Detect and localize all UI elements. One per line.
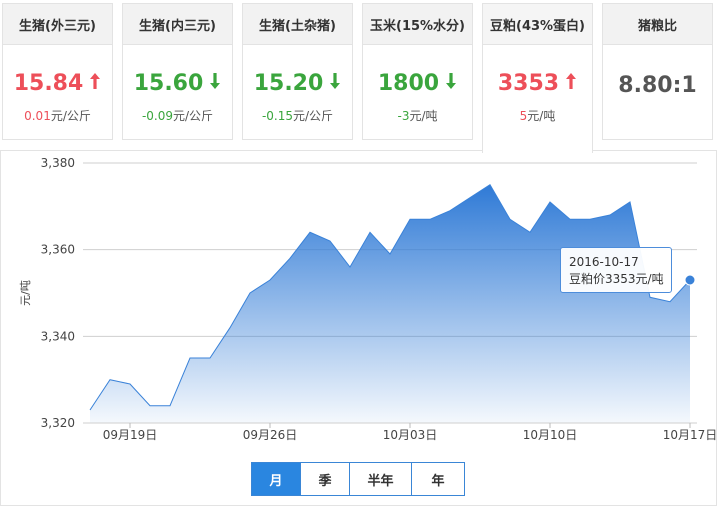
price-tile[interactable]: 生猪(土杂猪) 15.20 -0.15元/公斤 [242,3,353,140]
x-tick-label: 09月19日 [103,428,158,442]
tile-unit: 元/吨 [409,109,438,123]
tile-change-row: -3元/吨 [363,107,472,124]
arrow-down-icon [445,71,457,96]
tile-change: -0.09 [141,109,173,123]
tile-change-row: -0.09元/公斤 [123,107,232,124]
tooltip-date: 2016-10-17 [569,255,639,269]
tile-unit: 元/公斤 [293,109,334,123]
tile-title: 猪粮比 [603,4,712,45]
price-tile[interactable]: 猪粮比 8.80:1 [602,3,713,140]
tile-title: 生猪(内三元) [123,4,232,45]
range-tab-half-year[interactable]: 半年 [350,463,412,495]
tile-value-row: 15.60 [123,69,232,97]
y-tick-label: 3,380 [41,156,75,170]
range-tab-month[interactable]: 月 [252,463,301,495]
price-tile[interactable]: 生猪(外三元) 15.84 0.01元/公斤 [2,3,113,140]
tile-value-row: 1800 [363,69,472,97]
arrow-down-icon [329,71,341,96]
data-point-highlight [684,274,696,286]
tile-value-row: 3353 [483,69,592,97]
tile-title: 玉米(15%水分) [363,4,472,45]
tile-value: 8.80:1 [618,72,697,98]
tile-value: 1800 [377,70,440,96]
x-tick-label: 10月03日 [383,428,438,442]
range-tab-year[interactable]: 年 [412,463,464,495]
price-tile[interactable]: 豆粕(43%蛋白) 3353 5元/吨 [482,3,593,153]
tile-unit: 元/公斤 [50,109,91,123]
x-tick-label: 10月17日 [663,428,718,442]
tile-unit: 元/吨 [527,109,556,123]
tile-value-row: 15.20 [243,69,352,97]
price-tiles: 生猪(外三元) 15.84 0.01元/公斤 生猪(内三元) 15.60 -0.09元/公… [0,0,721,153]
chart-tooltip: 2016-10-17 豆粕价3353元/吨 [560,247,672,293]
arrow-down-icon [209,71,221,96]
y-axis-label: 元/吨 [19,280,32,306]
y-tick-label: 3,360 [41,243,75,257]
range-tabs: 月 季 半年 年 [251,462,465,496]
tile-value-row: 15.84 [3,69,112,97]
tile-change-row: 5元/吨 [483,107,592,124]
y-tick-label: 3,340 [41,329,75,343]
arrow-up-icon [565,71,577,96]
tooltip-value: 豆粕价3353元/吨 [569,272,664,286]
tile-change-row: -0.15元/公斤 [243,107,352,124]
tile-value-row: 8.80:1 [603,71,712,99]
x-tick-label: 09月26日 [243,428,298,442]
tile-value: 15.84 [13,70,84,96]
tile-change-row: 0.01元/公斤 [3,107,112,124]
series-area [90,184,690,423]
tile-title: 生猪(外三元) [3,4,112,45]
tile-title: 豆粕(43%蛋白) [483,4,592,45]
tile-change: -0.15 [261,109,293,123]
tile-change: 0.01 [24,109,51,123]
chart-svg: 3,320 3,340 3,360 3,380 元/吨 09月19日 09月26日 10月03… [19,156,718,442]
price-tile[interactable]: 玉米(15%水分) 1800 -3元/吨 [362,3,473,140]
tile-value: 3353 [497,70,560,96]
range-tab-quarter[interactable]: 季 [301,463,350,495]
tile-value: 15.60 [133,70,204,96]
tile-value: 15.20 [253,70,324,96]
price-chart: 3,320 3,340 3,360 3,380 元/吨 09月19日 09月26日 10月03… [0,150,717,506]
tile-title: 生猪(土杂猪) [243,4,352,45]
price-tile[interactable]: 生猪(内三元) 15.60 -0.09元/公斤 [122,3,233,140]
y-tick-label: 3,320 [41,416,75,430]
arrow-up-icon [89,71,101,96]
tile-unit: 元/公斤 [173,109,214,123]
tile-change: -3 [397,109,410,123]
x-tick-label: 10月10日 [523,428,578,442]
